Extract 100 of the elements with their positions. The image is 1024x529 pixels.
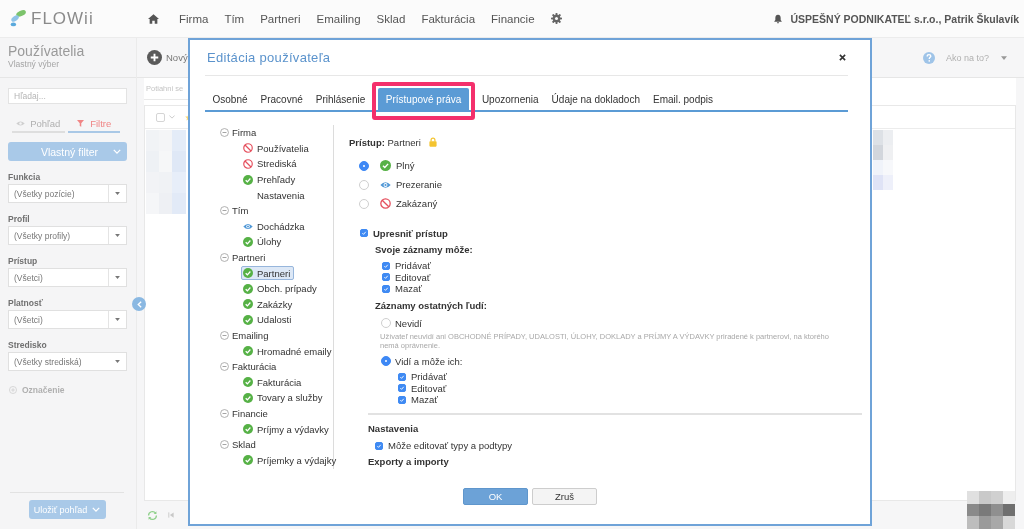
logo-icon xyxy=(10,9,27,28)
bell-icon[interactable] xyxy=(774,13,783,24)
checkbox-label[interactable]: Pridávať xyxy=(411,371,447,383)
check-circle-icon xyxy=(243,377,253,388)
tree-item[interactable]: Udalosti xyxy=(241,312,296,327)
tree-group-label[interactable]: Tím xyxy=(232,205,249,217)
radio-button[interactable] xyxy=(359,179,369,190)
tree-item[interactable]: Hromadné emaily xyxy=(241,344,336,359)
caret-down-icon[interactable] xyxy=(1001,55,1007,60)
chevron-down-icon[interactable] xyxy=(169,115,175,119)
minus-circle-icon[interactable] xyxy=(220,440,229,450)
radio-button[interactable] xyxy=(381,318,391,328)
checkbox[interactable] xyxy=(398,384,406,393)
checkbox-label[interactable]: Upresniť prístup xyxy=(373,227,448,239)
checkbox-label[interactable]: Editovať xyxy=(395,271,431,283)
checkbox-label[interactable]: Editovať xyxy=(411,382,447,394)
settings-icon[interactable] xyxy=(550,13,562,24)
dialog-tab[interactable]: Pracovné xyxy=(254,88,310,110)
check-circle-icon xyxy=(243,268,253,279)
nav-link[interactable]: Partneri xyxy=(260,12,301,25)
check-circle-icon xyxy=(243,424,253,435)
minus-circle-icon[interactable] xyxy=(220,409,229,418)
radio-label[interactable]: Prezeranie xyxy=(396,179,442,190)
dialog-tab[interactable]: Email. podpis xyxy=(646,88,720,110)
tree-group-label[interactable]: Sklad xyxy=(232,439,256,451)
nav-link[interactable]: Tím xyxy=(224,12,245,25)
minus-circle-icon[interactable] xyxy=(220,362,229,372)
minus-circle-icon[interactable] xyxy=(220,331,229,340)
refresh-icon[interactable] xyxy=(147,509,158,521)
account-name[interactable]: ÚSPEŠNÝ PODNIKATEĽ s.r.o., Patrik Škulavík xyxy=(790,12,1019,25)
first-page-icon[interactable] xyxy=(168,512,174,518)
tree-group-label[interactable]: Firma xyxy=(232,127,257,139)
new-button[interactable]: Nový xyxy=(147,50,188,65)
checkbox[interactable] xyxy=(398,372,406,381)
checkbox[interactable] xyxy=(360,229,368,237)
check-circle-icon xyxy=(243,346,253,357)
chevron-left-icon xyxy=(136,300,142,308)
select-all-checkbox[interactable] xyxy=(156,112,165,122)
checkbox-label[interactable]: Pridávať xyxy=(395,260,431,272)
minus-circle-icon[interactable] xyxy=(220,253,229,263)
checkbox[interactable] xyxy=(382,273,390,282)
checkbox-label[interactable]: Môže editovať typy a podtypy xyxy=(388,440,512,451)
dialog-tab[interactable]: Prihlásenie xyxy=(309,88,372,110)
check-circle-icon xyxy=(380,160,391,171)
tree-item[interactable]: Používatelia xyxy=(241,141,313,156)
tree-group-label[interactable]: Emailing xyxy=(232,330,269,341)
checkbox[interactable] xyxy=(382,261,390,270)
nav-link[interactable]: Sklad xyxy=(376,12,406,25)
cancel-button[interactable]: Zruš xyxy=(532,488,597,505)
check-circle-icon xyxy=(243,236,253,247)
radio-label[interactable]: Plný xyxy=(396,160,415,171)
check-circle-icon xyxy=(243,455,253,466)
checkbox-label[interactable]: Mazať xyxy=(395,283,422,295)
dropdown-field[interactable]: (Všetky profily) xyxy=(8,226,127,245)
dialog-tab[interactable]: Údaje na dokladoch xyxy=(545,88,647,110)
tree-item[interactable]: Dochádzka xyxy=(241,219,309,234)
tree-item[interactable]: Fakturácia xyxy=(241,375,306,390)
section-title: Nastavenia xyxy=(368,422,419,435)
checkbox[interactable] xyxy=(375,441,383,450)
search-field[interactable]: Hľadaj... xyxy=(8,88,127,104)
nav-link[interactable]: Fakturácia xyxy=(421,12,476,25)
dialog-tab[interactable]: Osobné xyxy=(206,88,255,110)
tree-group-label[interactable]: Partneri xyxy=(232,252,266,264)
no-entry-icon xyxy=(243,143,253,154)
tree-item[interactable]: Prehľady xyxy=(241,172,300,187)
radio-label[interactable]: Nevidí xyxy=(395,317,422,329)
filter-label: Prístup xyxy=(8,255,38,267)
tree-item[interactable]: Zakázky xyxy=(241,297,297,312)
dropdown-field[interactable]: (Všetky pozície) xyxy=(8,184,127,203)
tree-group-label[interactable]: Financie xyxy=(232,408,268,419)
dropdown-field[interactable]: (Všetci) xyxy=(8,310,127,329)
radio-button[interactable] xyxy=(381,356,391,366)
radio-button[interactable] xyxy=(359,198,369,209)
checkbox-label[interactable]: Mazať xyxy=(411,394,438,406)
home-icon[interactable] xyxy=(148,13,159,24)
checkbox[interactable] xyxy=(398,395,406,404)
radio-button[interactable] xyxy=(359,160,369,171)
tree-item[interactable]: Strediská xyxy=(241,157,301,171)
tree-item[interactable]: Partneri xyxy=(241,266,295,281)
tree-item[interactable]: Nastavenia xyxy=(241,188,309,203)
dialog-tab[interactable]: Upozornenia xyxy=(475,88,546,110)
dropdown-field[interactable]: (Všetci) xyxy=(8,268,127,287)
radio-label[interactable]: Zakázaný xyxy=(396,198,438,209)
minus-circle-icon[interactable] xyxy=(220,206,229,216)
nav-link[interactable]: Emailing xyxy=(316,12,361,25)
tree-item[interactable]: Úlohy xyxy=(241,234,286,249)
checkbox[interactable] xyxy=(382,284,390,293)
tree-item[interactable]: Tovary a služby xyxy=(241,390,327,405)
dropdown-field[interactable]: (Všetky strediská) xyxy=(8,352,127,371)
tree-item[interactable]: Príjmy a výdavky xyxy=(241,422,333,437)
tree-item[interactable]: Obch. prípady xyxy=(241,281,321,296)
minus-circle-icon[interactable] xyxy=(220,128,229,138)
close-icon[interactable] xyxy=(839,54,846,61)
check-circle-icon xyxy=(243,174,253,185)
tree-group-label[interactable]: Fakturácia xyxy=(232,361,277,373)
help-icon[interactable] xyxy=(922,51,935,64)
radio-label[interactable]: Vidí a môže ich: xyxy=(395,355,463,367)
tree-item[interactable]: Príjemky a výdajky xyxy=(241,453,341,468)
nav-link[interactable]: Financie xyxy=(491,12,535,25)
nav-link[interactable]: Firma xyxy=(179,12,209,25)
